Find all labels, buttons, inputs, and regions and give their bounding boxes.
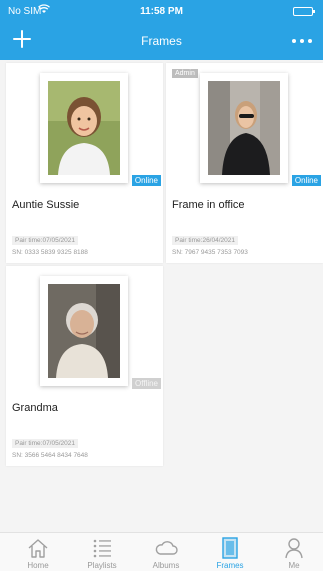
- frame-icon: [218, 537, 242, 559]
- pair-time: Pair time:07/05/2021: [12, 236, 78, 245]
- more-dots-icon[interactable]: [291, 33, 313, 47]
- frames-grid: Online Auntie Sussie Pair time:07/05/202…: [0, 60, 323, 532]
- frame-name: Grandma: [12, 402, 58, 414]
- pair-time: Pair time:07/05/2021: [12, 439, 78, 448]
- frame-preview: Admin Online: [166, 63, 323, 191]
- status-badge: Online: [131, 175, 161, 186]
- clock-label: 11:58 PM: [140, 6, 183, 17]
- person-icon: [282, 537, 306, 559]
- serial-number: SN: 3566 5464 8434 7648: [12, 452, 88, 459]
- tab-label: Playlists: [87, 561, 117, 570]
- photo-frame: [40, 73, 128, 183]
- frame-preview: Offline: [6, 266, 163, 394]
- serial-number: SN: 0333 5839 9325 8188: [12, 249, 88, 256]
- frame-preview: Online: [6, 63, 163, 191]
- nav-bar: Frames: [0, 22, 323, 60]
- frame-photo: [208, 81, 280, 175]
- tab-me[interactable]: Me: [262, 533, 323, 571]
- tab-playlists[interactable]: Playlists: [70, 533, 134, 571]
- bottom-tab-bar: Home Playlists Albums Frames Me: [0, 532, 323, 571]
- frame-card-grandma[interactable]: Offline Grandma Pair time:07/05/2021 SN:…: [6, 266, 163, 466]
- frame-card-frame-in-office[interactable]: Admin Online Frame in office Pair time:2…: [166, 63, 323, 263]
- battery-icon: [293, 7, 315, 16]
- status-bar: No SIM 11:58 PM: [0, 0, 323, 22]
- tab-label: Me: [288, 561, 300, 570]
- home-icon: [26, 537, 50, 559]
- cloud-icon: [154, 537, 178, 559]
- pair-time: Pair time:26/04/2021: [172, 236, 238, 245]
- status-badge: Online: [291, 175, 321, 186]
- tab-home[interactable]: Home: [6, 533, 70, 571]
- frame-name: Auntie Sussie: [12, 199, 80, 211]
- plus-icon[interactable]: [10, 27, 34, 51]
- app-header: No SIM 11:58 PM Frames: [0, 0, 323, 60]
- photo-frame: [40, 276, 128, 386]
- tab-label: Home: [27, 561, 49, 570]
- tab-albums[interactable]: Albums: [134, 533, 198, 571]
- list-icon: [90, 537, 114, 559]
- frame-name: Frame in office: [172, 199, 245, 211]
- serial-number: SN: 7967 9435 7353 7093: [172, 249, 248, 256]
- admin-badge: Admin: [172, 69, 198, 78]
- frame-photo: [48, 284, 120, 378]
- tab-frames[interactable]: Frames: [198, 533, 262, 571]
- tab-label: Frames: [216, 561, 244, 570]
- photo-frame: [200, 73, 288, 183]
- tab-label: Albums: [152, 561, 180, 570]
- status-badge: Offline: [132, 378, 161, 389]
- frame-photo: [48, 81, 120, 175]
- page-title: Frames: [141, 34, 182, 48]
- frame-card-auntie-sussie[interactable]: Online Auntie Sussie Pair time:07/05/202…: [6, 63, 163, 263]
